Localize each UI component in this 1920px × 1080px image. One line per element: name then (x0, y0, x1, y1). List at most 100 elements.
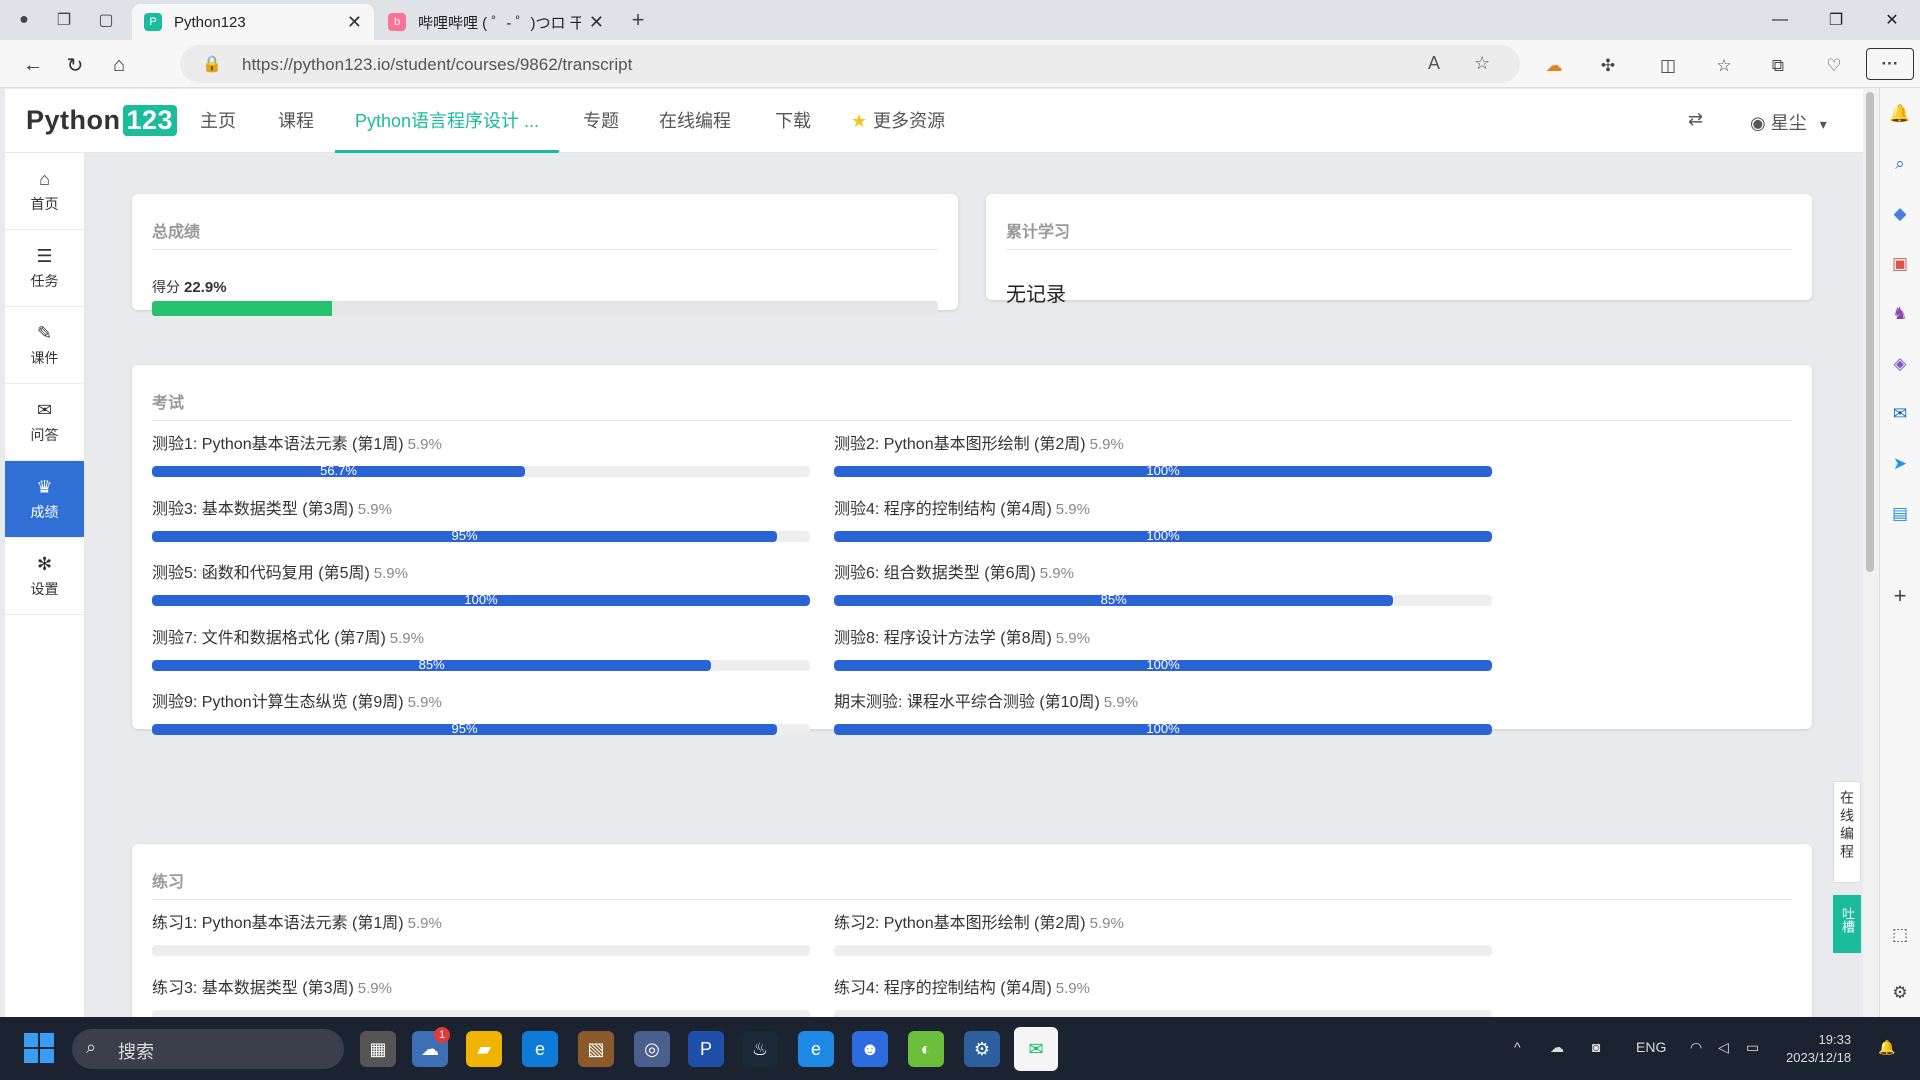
exams-item-name[interactable]: 测验6: 组合数据类型 (第6周) (834, 565, 1036, 582)
battery-icon[interactable]: ▭ (1746, 1039, 1759, 1056)
exams-item-name[interactable]: 测验9: Python计算生态纵览 (第9周) (152, 694, 404, 711)
reload-icon[interactable]: ↻ (60, 50, 90, 80)
practice-item-name[interactable]: 练习1: Python基本语法元素 (第1周) (152, 915, 404, 932)
exams-item-name[interactable]: 测验7: 文件和数据格式化 (第7周) (152, 630, 386, 647)
outlook-icon[interactable]: ✉ (1888, 402, 1912, 426)
tag-icon[interactable]: ◆ (1888, 202, 1912, 226)
app-icon[interactable]: ▧ (578, 1031, 614, 1067)
menu-current-course[interactable]: Python语言程序设计 ... (335, 89, 560, 153)
taskbar-search[interactable]: ⌕ 搜索 (72, 1029, 344, 1069)
menu-topics[interactable]: 专题 (583, 89, 619, 153)
close-tab-icon[interactable]: ✕ (589, 12, 604, 33)
weather-icon[interactable]: ☁ 1 (412, 1027, 450, 1067)
favorite-star-icon[interactable]: ☆ (1474, 53, 1490, 74)
split-screen-icon[interactable]: ◫ (1656, 54, 1680, 78)
menu-courses[interactable]: 课程 (278, 89, 314, 153)
language-indicator[interactable]: ENG (1636, 1039, 1666, 1055)
menu-download[interactable]: 下载 (775, 89, 811, 153)
wifi-icon[interactable]: ◠ (1690, 1039, 1702, 1056)
ie-icon[interactable]: e (798, 1031, 834, 1067)
contacts-icon[interactable]: ☻ (852, 1031, 888, 1067)
windows-start-icon[interactable] (24, 1033, 54, 1063)
practice-item[interactable]: 练习1: Python基本语法元素 (第1周) 5.9% (152, 909, 810, 956)
volume-icon[interactable]: ◁ (1718, 1039, 1729, 1056)
notification-bell-icon[interactable]: 🔔 (1878, 1039, 1895, 1056)
exams-item-name[interactable]: 测验3: 基本数据类型 (第3周) (152, 501, 354, 518)
lock-icon[interactable]: 🔒 (202, 54, 222, 74)
minimize-icon[interactable]: — (1752, 0, 1808, 40)
file-explorer-icon[interactable]: ▰ (466, 1031, 502, 1067)
copilot-icon[interactable]: ◈ (1888, 352, 1912, 376)
profile-icon[interactable]: ● (10, 7, 38, 33)
url-text[interactable]: https://python123.io/student/courses/986… (242, 55, 632, 75)
bilibili-tv-icon[interactable]: ▤ (1888, 502, 1912, 526)
menu-online-coding[interactable]: 在线编程 (659, 89, 731, 153)
tray-app-icon[interactable]: ◙ (1592, 1039, 1600, 1055)
send-icon[interactable]: ➤ (1888, 452, 1912, 476)
exams-item[interactable]: 测验1: Python基本语法元素 (第1周) 5.9% 56.7% (152, 430, 810, 477)
sidebar-item-qa[interactable]: ✉ 问答 (5, 384, 84, 461)
exams-item[interactable]: 测验4: 程序的控制结构 (第4周) 5.9% 100% (834, 495, 1492, 542)
practice-item-name[interactable]: 练习3: 基本数据类型 (第3周) (152, 980, 354, 997)
extensions-puzzle-icon[interactable]: ✣ (1596, 54, 1620, 78)
exams-item-name[interactable]: 测验4: 程序的控制结构 (第4周) (834, 501, 1052, 518)
practice-item[interactable]: 练习2: Python基本图形绘制 (第2周) 5.9% (834, 909, 1492, 956)
extension-cloud-icon[interactable]: ☁ (1542, 54, 1566, 78)
sidebar-item-home[interactable]: ⌂ 首页 (5, 153, 84, 230)
favorites-icon[interactable]: ☆ (1712, 54, 1736, 78)
exams-item[interactable]: 测验8: 程序设计方法学 (第8周) 5.9% 100% (834, 624, 1492, 671)
exams-item-name[interactable]: 测验2: Python基本图形绘制 (第2周) (834, 436, 1086, 453)
add-icon[interactable]: + (1888, 583, 1912, 608)
browser-tab-python123[interactable]: P Python123 ✕ (132, 4, 374, 40)
app-icon[interactable]: ◐ (908, 1031, 944, 1067)
home-browser-icon[interactable]: ⌂ (104, 50, 134, 80)
exams-item-name[interactable]: 测验8: 程序设计方法学 (第8周) (834, 630, 1052, 647)
python123-logo[interactable]: Python 123 (26, 105, 178, 136)
search-icon[interactable]: ⌕ (1888, 152, 1912, 176)
sidebar-item-grades[interactable]: ♛ 成绩 (5, 461, 84, 538)
read-aloud-icon[interactable]: A (1428, 53, 1440, 74)
exams-item[interactable]: 测验6: 组合数据类型 (第6周) 5.9% 85% (834, 559, 1492, 606)
online-coding-float-button[interactable]: 在线编程 (1833, 781, 1861, 883)
close-tab-icon[interactable]: ✕ (347, 12, 362, 33)
games-icon[interactable]: ♞ (1888, 302, 1912, 326)
user-menu[interactable]: ◉ 星尘 ▾ (1750, 109, 1827, 135)
settings-app-icon[interactable]: ⚙ (964, 1031, 1000, 1067)
exams-item[interactable]: 测验3: 基本数据类型 (第3周) 5.9% 95% (152, 495, 810, 542)
practice-item-name[interactable]: 练习4: 程序的控制结构 (第4周) (834, 980, 1052, 997)
sidebar-item-courseware[interactable]: ✎ 课件 (5, 307, 84, 384)
workspaces-icon[interactable]: ❐ (50, 7, 78, 33)
tab-actions-icon[interactable]: ▢ (92, 7, 120, 33)
browser-essentials-icon[interactable]: ♡ (1822, 54, 1846, 78)
address-bar[interactable]: 🔒 https://python123.io/student/courses/9… (180, 45, 1520, 83)
practice-item[interactable]: 练习3: 基本数据类型 (第3周) 5.9% (152, 974, 810, 1017)
task-view-icon[interactable]: ▦ (360, 1031, 396, 1067)
practice-item-name[interactable]: 练习2: Python基本图形绘制 (第2周) (834, 915, 1086, 932)
bell-icon[interactable]: 🔔 (1888, 102, 1912, 126)
menu-more-resources[interactable]: ★ 更多资源 (851, 89, 945, 153)
back-arrow-icon[interactable]: ← (18, 50, 48, 80)
wechat-icon[interactable]: ✉ (1014, 1027, 1058, 1071)
onedrive-icon[interactable]: ☁ (1550, 1039, 1564, 1056)
menu-home[interactable]: 主页 (200, 89, 236, 153)
app-p-icon[interactable]: P (688, 1031, 724, 1067)
scrollbar-thumb[interactable] (1866, 92, 1874, 572)
collections-icon[interactable]: ⧉ (1766, 54, 1790, 78)
app-icon[interactable]: ◎ (634, 1031, 670, 1067)
practice-item[interactable]: 练习4: 程序的控制结构 (第4周) 5.9% (834, 974, 1492, 1017)
browser-tab-bilibili[interactable]: b 哔哩哔哩 ( ゜- ゜)つロ 干杯~-bilib ✕ (376, 4, 616, 40)
sidebar-item-settings[interactable]: ✻ 设置 (5, 538, 84, 615)
feedback-float-button[interactable]: 吐槽 (1833, 895, 1861, 953)
sidebar-item-tasks[interactable]: ☰ 任务 (5, 230, 84, 307)
exams-item[interactable]: 测验9: Python计算生态纵览 (第9周) 5.9% 95% (152, 688, 810, 735)
steam-icon[interactable]: ♨ (742, 1031, 778, 1067)
exams-item[interactable]: 测验5: 函数和代码复用 (第5周) 5.9% 100% (152, 559, 810, 606)
sidebar-settings-icon[interactable]: ⚙ (1888, 981, 1912, 1005)
exams-item[interactable]: 测验7: 文件和数据格式化 (第7周) 5.9% 85% (152, 624, 810, 671)
new-tab-button[interactable]: + (624, 7, 652, 33)
settings-more-button[interactable]: ··· (1866, 48, 1914, 80)
exams-item[interactable]: 测验2: Python基本图形绘制 (第2周) 5.9% 100% (834, 430, 1492, 477)
screenshot-icon[interactable]: ⬚ (1888, 923, 1912, 947)
exams-item-name[interactable]: 测验1: Python基本语法元素 (第1周) (152, 436, 404, 453)
translate-icon[interactable]: ⇄ (1688, 109, 1703, 130)
